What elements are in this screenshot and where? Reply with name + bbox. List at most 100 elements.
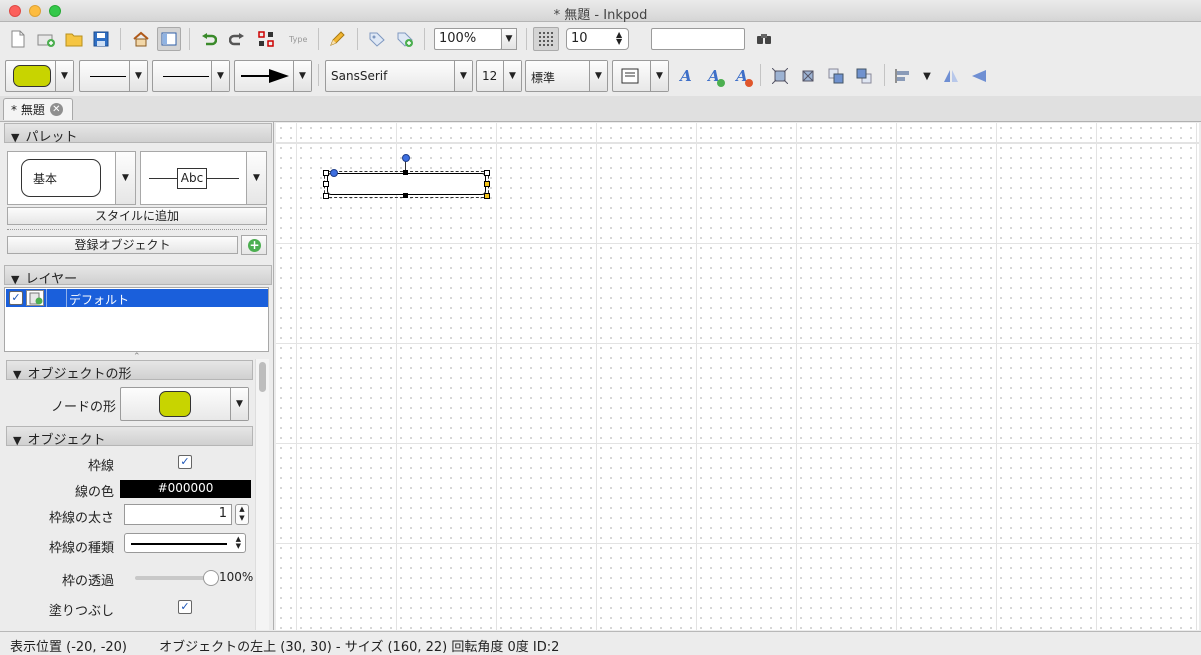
slider-thumb[interactable] [203,570,219,586]
object-header[interactable]: ▼ オブジェクト [6,426,253,448]
resize-handle[interactable] [323,170,329,176]
resize-handle[interactable] [484,181,490,187]
status-object-info: オブジェクトの左上 (30, 30) - サイズ (160, 22) 回転角度 … [159,640,560,655]
type-label[interactable]: Type [289,35,307,44]
zoom-dropdown-chevron-down-icon[interactable]: ▼ [501,28,517,50]
resize-handle[interactable] [323,181,329,187]
save-icon[interactable] [90,28,112,50]
chevron-down-icon[interactable]: ▼ [115,152,135,204]
fill-color-combo[interactable]: ▼ [5,60,74,92]
line-type-preview [131,543,227,545]
line-color-label: 線の色 [74,485,114,500]
layers-header[interactable]: ▼ レイヤー [4,265,272,287]
chevron-down-icon[interactable]: ▼ [55,61,73,91]
chevron-down-icon[interactable]: ▼ [246,152,266,204]
add-registered-object-button[interactable]: + [241,235,267,255]
resize-handle[interactable] [323,193,329,199]
object-shape-header[interactable]: ▼ オブジェクトの形 [6,360,253,382]
zoom-field[interactable]: 100% [434,28,502,50]
toolbar-separator [357,28,358,50]
shrink-node-icon[interactable] [797,65,819,87]
properties-scrollbar[interactable] [255,359,269,630]
border-checkbox[interactable]: ✓ [178,455,192,469]
chevron-down-icon[interactable]: ▼ [211,61,229,91]
line-style-preview [90,76,126,77]
pencil-icon[interactable] [326,28,348,50]
line-width-input[interactable]: 1 [124,504,232,525]
align-left-icon[interactable] [892,65,914,87]
selected-node[interactable] [327,173,486,195]
drawing-canvas[interactable] [276,123,1199,630]
resize-handle[interactable] [484,193,490,199]
search-input[interactable] [651,28,745,50]
opacity-slider[interactable] [135,570,219,586]
toolbar-separator [760,64,761,86]
remove-text-style-icon[interactable]: A [731,65,753,87]
flip-horizontal-icon[interactable] [940,65,962,87]
line-style-combo[interactable]: ▼ [79,60,148,92]
new-document-icon[interactable] [7,28,29,50]
new-from-template-icon[interactable] [35,28,57,50]
add-to-style-button[interactable]: スタイルに追加 [7,207,267,225]
fill-checkbox[interactable]: ✓ [178,600,192,614]
layer-row[interactable]: ✓ デフォルト [6,289,268,307]
add-tag-icon[interactable] [394,28,416,50]
undo-icon[interactable] [198,28,220,50]
text-align-combo[interactable]: ▼ [612,60,669,92]
resize-handle[interactable] [403,193,408,198]
node-shape-combo[interactable]: ▼ [120,387,249,421]
main-toolbar: Type 100% ▼ 10 ▲ ▼ [0,22,1201,56]
corner-radius-handle[interactable] [330,169,338,177]
registered-objects-button[interactable]: 登録オブジェクト [7,236,238,254]
palette-item-basic[interactable]: 基本 ▼ [7,151,136,205]
font-style-combo[interactable]: 標準 ▼ [525,60,608,92]
grid-size-stepper[interactable]: ▲ ▼ [616,31,622,46]
line-width-stepper[interactable]: ▲ ▼ [235,504,249,525]
chevron-down-icon[interactable]: ▼ [293,61,311,91]
text-style-icon[interactable]: A [675,65,697,87]
home-view-icon[interactable] [130,28,152,50]
chevron-down-icon[interactable]: ▼ [503,61,521,91]
redo-icon[interactable] [226,28,248,50]
rotation-handle[interactable] [402,154,410,162]
line-color-field[interactable]: #000000 [120,480,251,498]
palette-item-abc[interactable]: Abc ▼ [140,151,267,205]
toolbar-separator [526,28,527,50]
chevron-down-icon[interactable]: ▼ [454,61,472,91]
chevron-down-icon[interactable]: ▼ [230,388,248,420]
open-folder-icon[interactable] [63,28,85,50]
chevron-down-icon[interactable]: ▼ [650,61,668,91]
bring-front-icon[interactable] [825,65,847,87]
tab-untitled[interactable]: * 無題 ✕ [3,98,73,120]
group-nodes-icon[interactable] [255,28,277,50]
text-box-icon [621,68,639,84]
arrow-style-combo[interactable]: ▼ [234,60,312,92]
tag-icon[interactable] [366,28,388,50]
align-dropdown-chevron-down-icon[interactable]: ▼ [916,65,938,87]
splitter-handle[interactable]: ⌃ [133,352,141,362]
node-shape-preview [159,391,191,417]
line-type-select[interactable]: ▲ ▼ [124,533,246,553]
resize-handle[interactable] [403,170,408,175]
flip-vertical-icon[interactable] [968,65,990,87]
fill-color-swatch [13,65,51,87]
font-family-combo[interactable]: SansSerif ▼ [325,60,473,92]
grid-toggle-icon[interactable] [533,27,559,51]
binoculars-icon[interactable] [753,28,775,50]
fit-node-icon[interactable] [769,65,791,87]
layer-visible-checkbox[interactable]: ✓ [9,291,23,305]
add-text-style-icon[interactable]: A [703,65,725,87]
close-tab-icon[interactable]: ✕ [49,103,63,116]
panel-toggle-icon[interactable] [157,27,181,51]
font-size-combo[interactable]: 12 ▼ [476,60,522,92]
send-back-icon[interactable] [853,65,875,87]
layer-lock-icon[interactable] [26,290,44,306]
chevron-down-icon[interactable]: ▼ [589,61,607,91]
font-size-value: 12 [482,69,498,83]
line-width-combo[interactable]: ▼ [152,60,230,92]
chevron-down-icon[interactable]: ▼ [129,61,147,91]
scrollbar-thumb[interactable] [259,362,266,392]
palette-header[interactable]: ▼ パレット [4,123,272,145]
status-position: 表示位置 (-20, -20) [10,640,128,655]
resize-handle[interactable] [484,170,490,176]
